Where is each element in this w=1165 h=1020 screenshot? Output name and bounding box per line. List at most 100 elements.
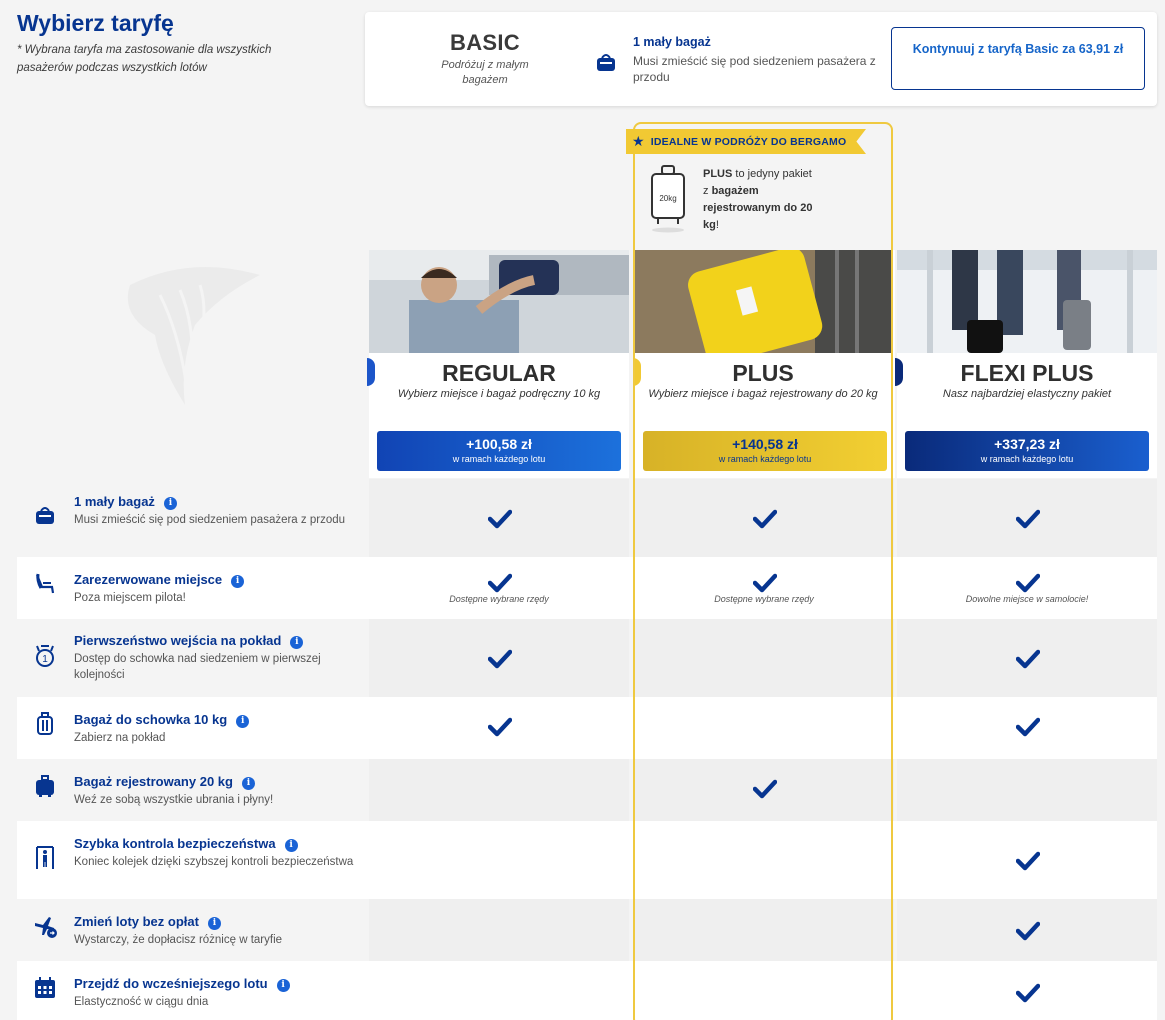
checkmark-icon	[1016, 573, 1040, 593]
regular-cell	[369, 619, 629, 697]
plus-cell	[634, 479, 894, 557]
feature-description: Musi zmieścić się pod siedzeniem pasażer…	[74, 514, 346, 526]
feature-title: Szybka kontrola bezpieczeństwa i	[74, 836, 298, 852]
plus-price-sub: w ramach każdego lotu	[718, 454, 812, 464]
flexi-plus-price-sub: w ramach każdego lotu	[980, 454, 1074, 464]
checkmark-icon	[488, 573, 512, 593]
flexi-plus-fare-description: Nasz najbardziej elastyczny pakiet	[942, 388, 1112, 400]
flexi-plus-photo	[897, 250, 1157, 353]
regular-photo	[369, 250, 629, 353]
flexi-plus-cell	[897, 619, 1157, 697]
feature-description: Weź ze sobą wszystkie ubrania i płyny!	[74, 794, 274, 806]
regular-cell	[369, 961, 629, 1020]
small-bag-icon	[36, 507, 54, 524]
info-icon[interactable]: i	[231, 575, 245, 588]
checkmark-icon	[1016, 851, 1040, 871]
page-subtitle: * Wybrana taryfa ma zastosowanie dla wsz…	[17, 44, 272, 74]
info-icon[interactable]: i	[276, 979, 290, 992]
cabin-bag-icon	[37, 712, 53, 735]
feature-row: Zarezerwowane miejsce i Poza miejscem pilo…	[17, 557, 1157, 619]
basic-feature-title: 1 mały bagaż	[633, 35, 711, 49]
continue-basic-button[interactable]: Kontynuuj z taryfą Basic za 63,91 zł	[891, 27, 1145, 90]
plus-cell	[634, 821, 894, 899]
fare-card-plus: PLUS Wybierz miejsce i bagaż rejestrowan…	[633, 250, 895, 478]
feature-row: Bagaż do schowka 10 kg i Zabierz na pokład	[17, 697, 1157, 759]
regular-cell: Dostępne wybrane rzędy	[369, 557, 629, 619]
plus-cell	[634, 961, 894, 1020]
regular-cell	[369, 479, 629, 557]
cell-note: Dostępne wybrane rzędy	[449, 594, 549, 604]
regular-price: +100,58 zł	[466, 436, 532, 452]
plus-recommendation-ribbon: ★ IDEALNE W PODRÓŻY DO BERGAMO	[626, 129, 866, 154]
seat-icon	[35, 573, 55, 594]
checkmark-icon	[488, 717, 512, 737]
regular-cell	[369, 821, 629, 899]
checkmark-icon	[1016, 649, 1040, 669]
feature-title: Zarezerwowane miejsce i	[74, 572, 245, 588]
info-icon[interactable]: i	[284, 839, 298, 852]
basic-fare-card: BASIC Podróżuj z małym bagażem 1 mały ba…	[365, 12, 1157, 106]
info-icon[interactable]: i	[236, 715, 250, 728]
regular-cell	[369, 899, 629, 961]
yellow-suitcase-image	[635, 250, 891, 353]
feature-description: Wystarczy, że dopłacisz różnicę w taryfi…	[74, 934, 283, 946]
flexi-plus-cell	[897, 479, 1157, 557]
feature-title: Pierwszeństwo wejścia na pokład i	[74, 633, 304, 649]
feature-row: Szybka kontrola bezpieczeństwa i Koniec ko…	[17, 821, 1157, 899]
regular-fare-description: Wybierz miejsce i bagaż podręczny 10 kg	[397, 388, 601, 400]
flexi-plus-fare-name: FLEXI PLUS	[960, 360, 1094, 386]
regular-fare-name: REGULAR	[442, 360, 556, 386]
info-icon[interactable]: i	[207, 917, 221, 930]
feature-title-text: Zarezerwowane miejsce	[74, 572, 223, 587]
cell-note: Dowolne miejsce w samolocie!	[965, 594, 1089, 604]
regular-price-sub: w ramach każdego lotu	[452, 454, 546, 464]
checkmark-icon	[1016, 509, 1040, 529]
info-icon[interactable]: i	[163, 497, 177, 510]
feature-row: Przejdź do wcześniejszego lotu i Elastyczn…	[17, 961, 1157, 1020]
feature-title-text: Szybka kontrola bezpieczeństwa	[74, 836, 276, 851]
basic-feature-description: Musi zmieścić się pod siedzeniem pasażer…	[633, 54, 876, 84]
flexi-plus-price: +337,23 zł	[994, 436, 1060, 452]
feature-title-text: Zmień loty bez opłat	[74, 914, 199, 929]
feature-row: Zmień loty bez opłat i Wystarczy, że dopła…	[17, 899, 1157, 961]
priority-icon: 1	[36, 645, 54, 667]
checked-bag-icon	[36, 775, 54, 797]
feature-title-text: Bagaż do schowka 10 kg	[74, 712, 228, 727]
info-icon[interactable]: i	[290, 636, 304, 649]
promo-fare-name: PLUS	[703, 168, 733, 180]
promo-text-end: !	[715, 219, 719, 231]
calendar-icon	[35, 977, 55, 998]
select-plus-button[interactable]: +140,58 zł w ramach każdego lotu	[643, 431, 887, 471]
plane-change-icon	[35, 917, 57, 938]
checkmark-icon	[488, 509, 512, 529]
feature-description: Zabierz na pokład	[74, 732, 166, 744]
plus-fare-description: Wybierz miejsce i bagaż rejestrowany do …	[648, 388, 878, 400]
flexi-plus-cell: Dowolne miejsce w samolocie!	[897, 557, 1157, 619]
regular-cell	[369, 697, 629, 759]
checkmark-icon	[1016, 717, 1040, 737]
flexi-plus-cell	[897, 759, 1157, 821]
feature-title-text: Przejdź do wcześniejszego lotu	[74, 976, 268, 991]
checkmark-icon	[1016, 921, 1040, 941]
checkmark-icon	[753, 573, 777, 593]
plus-photo	[635, 250, 895, 353]
flexi-plus-cell	[897, 899, 1157, 961]
info-icon[interactable]: i	[241, 777, 255, 790]
flexi-plus-cell	[897, 821, 1157, 899]
feature-description: Elastyczność w ciągu dnia	[74, 996, 209, 1008]
select-flexi-plus-button[interactable]: +337,23 zł w ramach każdego lotu	[905, 431, 1149, 471]
flexi-plus-cell	[897, 697, 1157, 759]
checkmark-icon	[753, 779, 777, 799]
feature-title-text: Bagaż rejestrowany 20 kg	[74, 774, 233, 789]
select-regular-button[interactable]: +100,58 zł w ramach każdego lotu	[377, 431, 621, 471]
fare-card-regular: REGULAR Wybierz miejsce i bagaż podręczn…	[367, 250, 629, 478]
promo-bag-highlight: bagażem rejestrowanym do 20 kg	[703, 185, 813, 231]
basic-fare-description: Podróżuj z małym bagażem	[441, 59, 529, 86]
plus-cell	[634, 759, 894, 821]
feature-title: Zmień loty bez opłat i	[74, 914, 221, 930]
plus-promo-text: PLUS to jedyny pakiet z bagażem rejestro…	[703, 166, 813, 234]
feature-description: Koniec kolejek dzięki szybszej kontroli …	[74, 856, 354, 868]
feature-title: Przejdź do wcześniejszego lotu i	[74, 976, 290, 992]
plus-fare-name: PLUS	[732, 360, 794, 386]
regular-cell	[369, 759, 629, 821]
